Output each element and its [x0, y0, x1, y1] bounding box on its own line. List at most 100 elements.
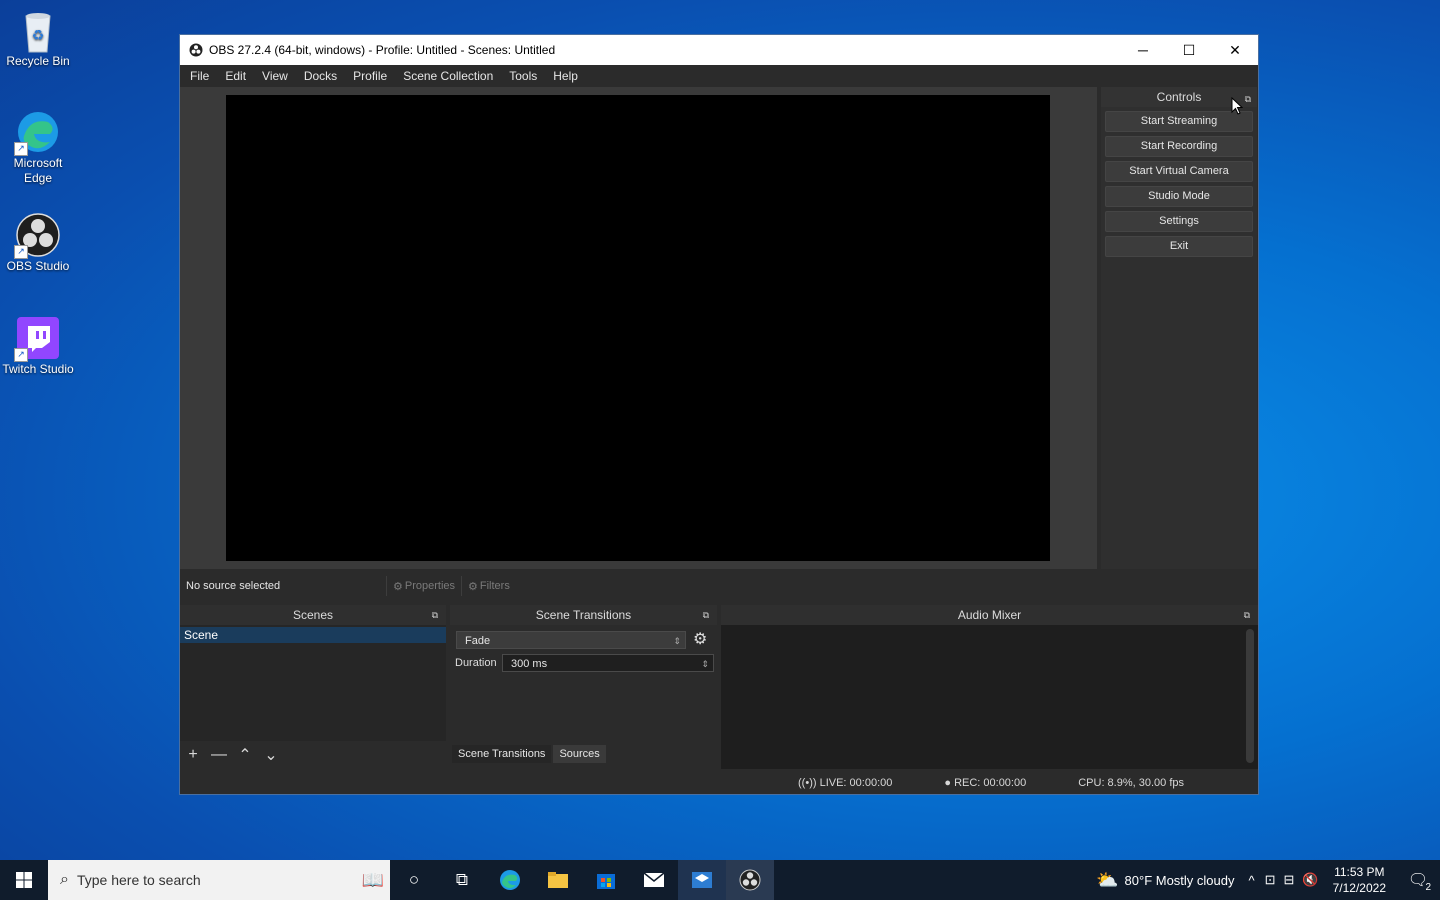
undock-icon[interactable]: ⧉ — [703, 605, 709, 625]
chevron-updown-icon: ⇕ — [673, 636, 681, 646]
start-recording-button[interactable]: Start Recording — [1105, 136, 1253, 157]
duration-label: Duration — [455, 657, 497, 669]
tab-sources[interactable]: Sources — [553, 745, 606, 763]
live-status: ((•)) LIVE: 00:00:00 — [798, 776, 893, 789]
transition-select[interactable]: Fade ⇕ — [456, 631, 686, 649]
scenes-toolbar: + — ⌃ ⌄ — [180, 741, 446, 769]
scene-list-item[interactable]: Scene — [180, 627, 446, 643]
svg-text:♻: ♻ — [32, 28, 45, 44]
add-scene-button[interactable]: + — [180, 746, 206, 764]
meet-now-icon[interactable]: ⊡ — [1265, 872, 1276, 888]
cpu-status: CPU: 8.9%, 30.00 fps — [1078, 776, 1184, 789]
clock[interactable]: 11:53 PM 7/12/2022 — [1333, 864, 1386, 896]
status-bar: ((•)) LIVE: 00:00:00 ● REC: 00:00:00 CPU… — [180, 771, 1258, 794]
transition-properties-icon[interactable]: ⚙ — [693, 629, 707, 649]
obs-icon: ↗ — [14, 213, 60, 259]
taskbar-search[interactable]: ⌕ Type here to search 📖 — [48, 860, 390, 900]
taskbar-edge[interactable] — [486, 860, 534, 900]
weather-icon: ⛅ — [1096, 869, 1119, 890]
taskbar-obs[interactable] — [726, 860, 774, 900]
scene-transitions-dock: Scene Transitions ⧉ Fade ⇕ ⚙ Duration 30… — [450, 605, 717, 769]
tab-scene-transitions[interactable]: Scene Transitions — [452, 745, 552, 763]
menu-tools[interactable]: Tools — [501, 69, 545, 83]
filter-icon: ⚙ — [468, 580, 478, 593]
menu-bar: File Edit View Docks Profile Scene Colle… — [180, 65, 1258, 87]
audio-mixer-scrollbar[interactable] — [1246, 629, 1254, 763]
move-scene-up-button[interactable]: ⌃ — [232, 745, 258, 765]
transitions-tabbar: Scene Transitions Sources — [452, 745, 606, 763]
title-bar[interactable]: OBS 27.2.4 (64-bit, windows) - Profile: … — [180, 35, 1258, 65]
menu-file[interactable]: File — [182, 69, 217, 83]
search-highlight-icon: 📖 — [361, 869, 384, 890]
taskbar: ⌕ Type here to search 📖 ○ ⧉ ⛅ 80°F Mostl… — [0, 860, 1440, 900]
taskbar-file-explorer[interactable] — [534, 860, 582, 900]
desktop-icon-edge[interactable]: ↗ Microsoft Edge — [0, 110, 76, 186]
controls-dock: Controls ⧉ Start Streaming Start Recordi… — [1101, 87, 1257, 569]
mail-icon — [643, 872, 665, 887]
menu-help[interactable]: Help — [545, 69, 586, 83]
chevron-up-icon[interactable]: ^ — [1249, 873, 1255, 888]
preview-canvas[interactable] — [226, 95, 1050, 561]
taskbar-mail[interactable] — [630, 860, 678, 900]
circle-icon: ○ — [408, 870, 420, 889]
rec-status: ● REC: 00:00:00 — [944, 776, 1027, 789]
obs-window: OBS 27.2.4 (64-bit, windows) - Profile: … — [179, 34, 1259, 795]
edge-icon — [500, 870, 520, 890]
preview-area — [180, 87, 1097, 569]
source-toolbar: No source selected ⚙ Properties ⚙ Filter… — [180, 573, 1097, 599]
weather-text[interactable]: 80°F Mostly cloudy — [1125, 873, 1235, 888]
filters-button[interactable]: ⚙ Filters — [461, 576, 516, 596]
rec-time: REC: 00:00:00 — [954, 776, 1027, 789]
properties-button[interactable]: ⚙ Properties — [386, 576, 461, 596]
scenes-dock-title: Scenes ⧉ — [180, 605, 446, 625]
network-icon[interactable]: ⊟ — [1284, 872, 1295, 888]
desktop-icon-obs[interactable]: ↗ OBS Studio — [0, 213, 76, 274]
notification-count: 2 — [1425, 882, 1431, 893]
recycle-bin-icon: ♻ — [16, 8, 60, 53]
desktop-icon-label: Twitch Studio — [2, 362, 74, 376]
obs-icon — [739, 869, 761, 891]
move-scene-down-button[interactable]: ⌄ — [258, 745, 284, 765]
remove-scene-button[interactable]: — — [206, 746, 232, 764]
start-button[interactable] — [0, 860, 48, 900]
task-view-icon: ⧉ — [455, 870, 469, 889]
scenes-dock: Scenes ⧉ Scene + — ⌃ ⌄ — [180, 605, 446, 769]
minimize-button[interactable]: ─ — [1120, 35, 1166, 65]
audio-mixer-title-text: Audio Mixer — [957, 608, 1022, 622]
menu-edit[interactable]: Edit — [217, 69, 254, 83]
taskbar-app-active[interactable] — [678, 860, 726, 900]
menu-scene-collection[interactable]: Scene Collection — [395, 69, 501, 83]
menu-docks[interactable]: Docks — [296, 69, 345, 83]
undock-icon[interactable]: ⧉ — [1244, 605, 1250, 625]
start-virtual-camera-button[interactable]: Start Virtual Camera — [1105, 161, 1253, 182]
cortana-button[interactable]: ○ — [390, 860, 438, 900]
spin-arrows-icon[interactable]: ⇕ — [701, 655, 709, 673]
desktop-icon-twitch[interactable]: ↗ Twitch Studio — [0, 316, 76, 377]
maximize-button[interactable]: ☐ — [1166, 35, 1212, 65]
desktop-icon-label: Microsoft Edge — [13, 156, 63, 185]
edge-icon: ↗ — [14, 110, 60, 156]
properties-label: Properties — [404, 580, 456, 592]
desktop-icon-recycle-bin[interactable]: ♻ Recycle Bin — [0, 8, 76, 69]
menu-view[interactable]: View — [254, 69, 296, 83]
gear-icon: ⚙ — [393, 580, 403, 593]
system-tray: ⛅ 80°F Mostly cloudy ^ ⊡ ⊟ 🔇 11:53 PM 7/… — [1096, 860, 1440, 900]
search-icon: ⌕ — [60, 871, 69, 888]
taskbar-store[interactable] — [582, 860, 630, 900]
notification-center-button[interactable]: 🗨 2 — [1396, 860, 1440, 900]
windows-icon — [16, 872, 32, 888]
desktop-icon-label: Recycle Bin — [6, 54, 70, 68]
studio-mode-button[interactable]: Studio Mode — [1105, 186, 1253, 207]
close-button[interactable]: ✕ — [1212, 35, 1258, 65]
twitch-icon: ↗ — [14, 316, 60, 362]
undock-icon[interactable]: ⧉ — [1245, 89, 1251, 109]
menu-profile[interactable]: Profile — [345, 69, 395, 83]
settings-button[interactable]: Settings — [1105, 211, 1253, 232]
transitions-dock-title: Scene Transitions ⧉ — [450, 605, 717, 625]
volume-muted-icon[interactable]: 🔇 — [1302, 872, 1318, 888]
duration-spinbox[interactable]: 300 ms ⇕ — [502, 654, 714, 672]
obs-app-icon — [189, 43, 203, 57]
undock-icon[interactable]: ⧉ — [432, 605, 438, 625]
exit-button[interactable]: Exit — [1105, 236, 1253, 257]
task-view-button[interactable]: ⧉ — [438, 860, 486, 900]
